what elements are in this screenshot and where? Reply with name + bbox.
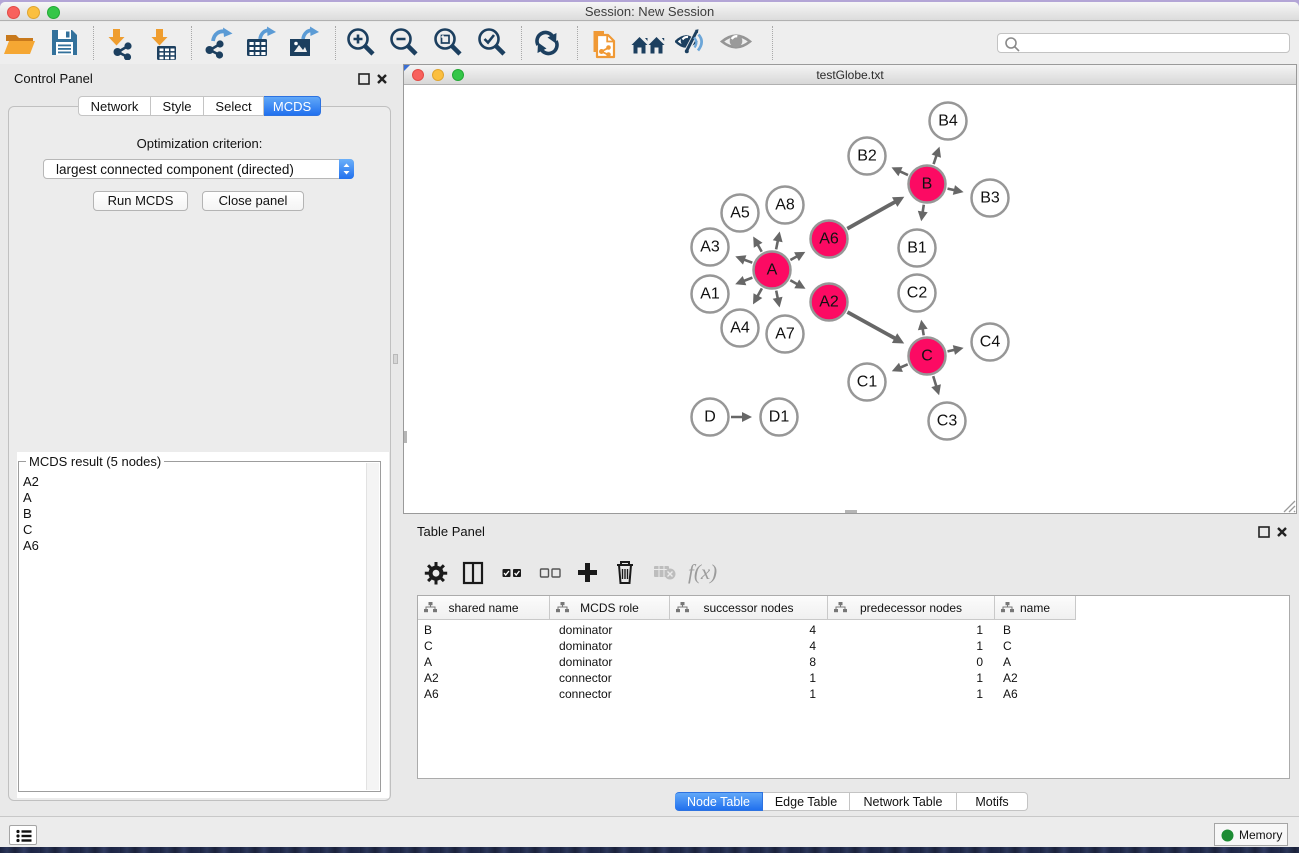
svg-text:C4: C4 (980, 334, 1001, 351)
svg-text:D: D (704, 409, 716, 426)
svg-text:B3: B3 (980, 190, 1000, 207)
svg-text:A7: A7 (775, 326, 795, 343)
svg-text:A: A (767, 262, 778, 279)
svg-text:C: C (921, 348, 933, 365)
svg-text:A4: A4 (730, 320, 750, 337)
svg-text:A2: A2 (819, 294, 839, 311)
svg-text:D1: D1 (769, 409, 790, 426)
svg-text:A6: A6 (819, 231, 839, 248)
svg-text:C3: C3 (937, 413, 958, 430)
svg-text:C1: C1 (857, 374, 878, 391)
svg-text:A1: A1 (700, 286, 720, 303)
svg-text:A3: A3 (700, 239, 720, 256)
svg-text:B1: B1 (907, 240, 927, 257)
svg-text:B2: B2 (857, 148, 877, 165)
svg-text:A8: A8 (775, 197, 795, 214)
svg-text:A5: A5 (730, 205, 750, 222)
svg-text:C2: C2 (907, 285, 928, 302)
svg-text:B4: B4 (938, 113, 958, 130)
svg-text:f(x): f(x) (688, 560, 717, 584)
svg-text:B: B (922, 176, 933, 193)
